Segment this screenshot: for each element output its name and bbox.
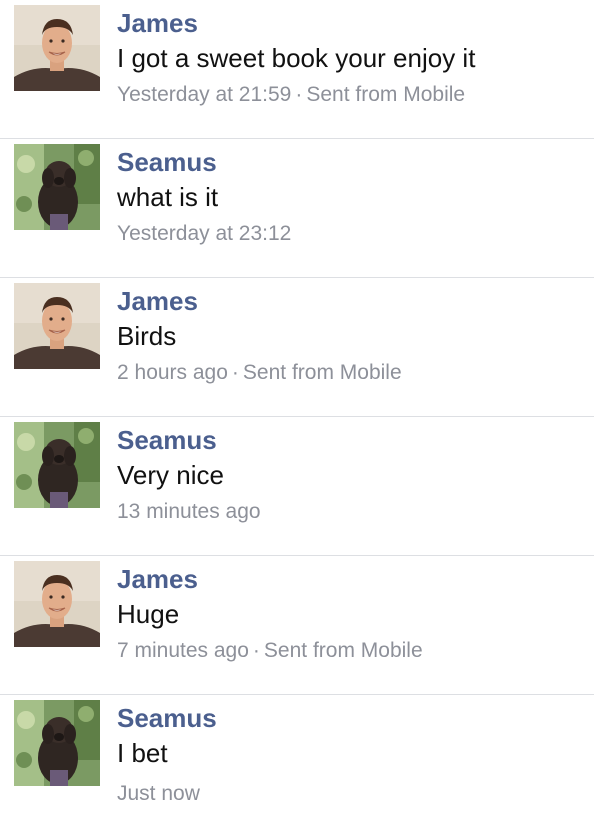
profile-photo-james (14, 283, 100, 369)
sent-from: Sent from Mobile (306, 83, 466, 106)
message-item[interactable]: James I got a sweet book your enjoy it Y… (0, 0, 594, 139)
message-content: James I got a sweet book your enjoy it Y… (117, 6, 582, 110)
message-thread: James I got a sweet book your enjoy it Y… (0, 0, 594, 827)
sent-from: Sent from Mobile (242, 361, 402, 384)
message-item[interactable]: James Huge 7 minutes ago · Sent from Mobil… (0, 556, 594, 695)
timestamp: 7 minutes ago (117, 639, 249, 662)
timestamp: 13 minutes ago (117, 500, 261, 523)
timestamp: 2 hours ago (117, 361, 228, 384)
message-meta: 7 minutes ago · Sent from Mobile (117, 636, 582, 666)
timestamp: Yesterday at 23:12 (117, 222, 292, 245)
message-meta: 2 hours ago · Sent from Mobile (117, 358, 582, 388)
message-meta: Just now (117, 779, 582, 809)
sender-name[interactable]: Seamus (117, 145, 582, 179)
profile-photo-james (14, 5, 100, 91)
profile-photo-seamus-dog (14, 422, 100, 508)
avatar-james[interactable] (14, 283, 100, 369)
sender-name[interactable]: James (117, 6, 582, 40)
meta-separator: · (295, 83, 303, 106)
avatar-seamus[interactable] (14, 700, 100, 786)
message-text: Birds (117, 321, 177, 351)
sender-name[interactable]: James (117, 562, 582, 596)
message-content: James Birds 2 hours ago · Sent from Mobile (117, 284, 582, 388)
message-item[interactable]: James Birds 2 hours ago · Sent from Mobile (0, 278, 594, 417)
profile-photo-seamus-dog (14, 700, 100, 786)
timestamp: Just now (117, 782, 200, 805)
profile-photo-seamus-dog (14, 144, 100, 230)
message-text: I got a sweet book your enjoy it (117, 43, 476, 73)
avatar-seamus[interactable] (14, 422, 100, 508)
message-content: Seamus Very nice 13 minutes ago (117, 423, 582, 527)
message-item[interactable]: Seamus Very nice 13 minutes ago (0, 417, 594, 556)
timestamp: Yesterday at 21:59 (117, 83, 292, 106)
message-item[interactable]: Seamus I bet Just now (0, 695, 594, 822)
avatar-james[interactable] (14, 5, 100, 91)
message-text: Huge (117, 599, 180, 629)
message-content: Seamus what is it Yesterday at 23:12 (117, 145, 582, 249)
meta-separator: · (231, 361, 239, 384)
message-meta: Yesterday at 21:59 · Sent from Mobile (117, 80, 582, 110)
sender-name[interactable]: Seamus (117, 701, 582, 735)
sender-name[interactable]: James (117, 284, 582, 318)
meta-separator: · (252, 639, 260, 662)
message-text: what is it (117, 182, 219, 212)
message-content: Seamus I bet Just now (117, 701, 582, 809)
profile-photo-james (14, 561, 100, 647)
sent-from: Sent from Mobile (263, 639, 423, 662)
message-meta: Yesterday at 23:12 (117, 219, 582, 249)
message-content: James Huge 7 minutes ago · Sent from Mobil… (117, 562, 582, 666)
sender-name[interactable]: Seamus (117, 423, 582, 457)
message-text: Very nice (117, 460, 224, 490)
avatar-seamus[interactable] (14, 144, 100, 230)
message-item[interactable]: Seamus what is it Yesterday at 23:12 (0, 139, 594, 278)
message-text: I bet (117, 738, 168, 768)
avatar-james[interactable] (14, 561, 100, 647)
message-meta: 13 minutes ago (117, 497, 582, 527)
